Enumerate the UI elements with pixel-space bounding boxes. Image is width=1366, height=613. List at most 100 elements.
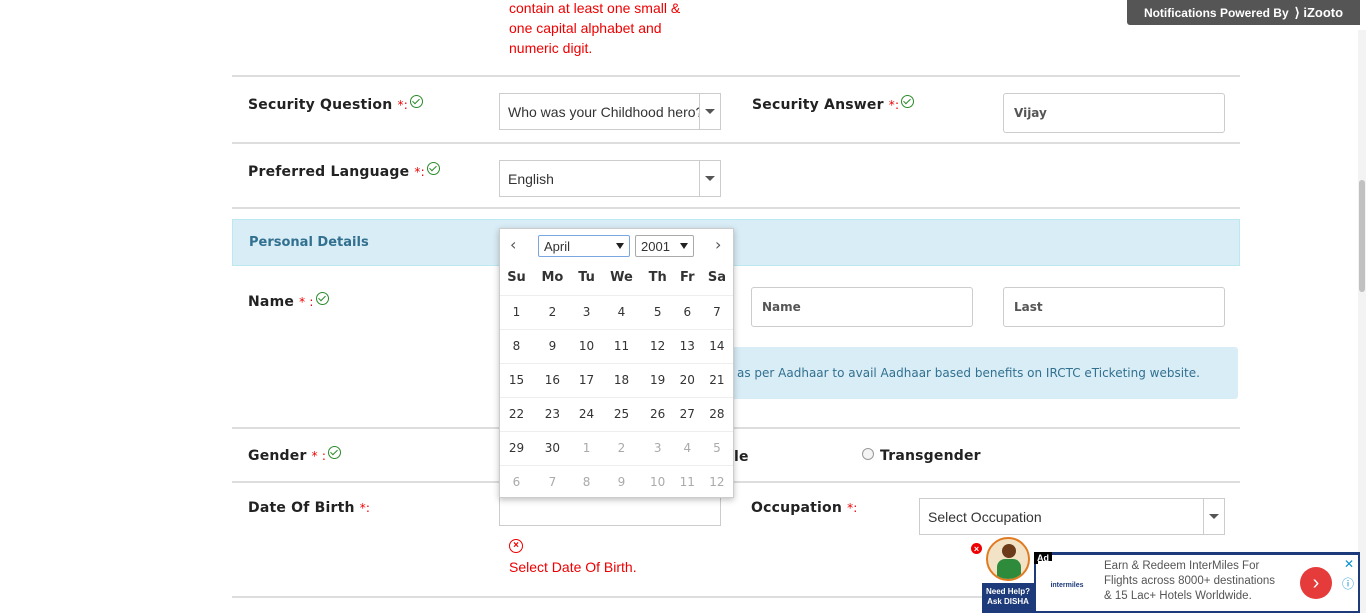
preferred-language-select[interactable]: English <box>499 160 721 197</box>
day-cell[interactable]: 13 <box>673 328 701 363</box>
divider <box>232 75 1240 77</box>
day-cell-other-month[interactable]: 2 <box>601 430 642 465</box>
disha-chatbot[interactable]: × Need Help? Ask DISHA <box>971 537 1034 613</box>
occupation-label: Occupation *: <box>751 500 858 516</box>
day-cell[interactable]: 17 <box>571 362 602 397</box>
weekday-header: Mo <box>541 270 564 286</box>
day-cell[interactable]: 3 <box>571 294 602 329</box>
close-icon[interactable]: × <box>971 543 982 554</box>
check-icon <box>426 162 440 175</box>
day-cell[interactable]: 24 <box>571 396 602 431</box>
dob-error: Select Date Of Birth. <box>509 559 637 575</box>
day-cell[interactable]: 19 <box>641 362 674 397</box>
divider <box>232 427 1240 429</box>
year-select[interactable]: 2001 <box>635 235 694 257</box>
day-cell[interactable]: 20 <box>673 362 701 397</box>
chevron-down-icon <box>699 161 720 196</box>
day-cell[interactable]: 16 <box>533 362 572 397</box>
dob-input[interactable] <box>499 496 721 526</box>
day-cell[interactable]: 4 <box>601 294 642 329</box>
check-icon <box>409 95 423 108</box>
day-cell[interactable]: 9 <box>533 328 572 363</box>
weekday-header: Su <box>507 270 526 286</box>
transgender-label: Transgender <box>880 448 981 464</box>
day-cell-other-month[interactable]: 3 <box>641 430 674 465</box>
day-cell[interactable]: 29 <box>500 430 533 465</box>
chevron-down-icon <box>1203 499 1224 534</box>
notification-bar[interactable]: Notifications Powered By ⟩ iZooto <box>1127 0 1360 25</box>
day-cell[interactable]: 21 <box>700 362 733 397</box>
day-cell[interactable]: 26 <box>641 396 674 431</box>
last-name-input[interactable]: Last <box>1003 287 1225 327</box>
dropdown-arrow-icon <box>616 243 624 249</box>
middle-name-input[interactable]: Name <box>751 287 973 327</box>
divider <box>232 481 1240 483</box>
day-cell[interactable]: 22 <box>500 396 533 431</box>
month-select[interactable]: April <box>538 235 630 257</box>
ad-info-icon[interactable]: ⓘ <box>1342 575 1354 592</box>
day-cell[interactable]: 27 <box>673 396 701 431</box>
day-cell-other-month[interactable]: 1 <box>571 430 602 465</box>
weekday-header: We <box>610 270 633 286</box>
day-cell-other-month[interactable]: 8 <box>571 464 602 499</box>
check-icon <box>315 292 329 305</box>
personal-details-header: Personal Details <box>232 219 1240 266</box>
day-cell-other-month[interactable]: 7 <box>533 464 572 499</box>
dropdown-arrow-icon <box>680 243 688 249</box>
day-cell[interactable]: 15 <box>500 362 533 397</box>
preferred-language-label: Preferred Language *: <box>248 162 440 180</box>
weekday-header: Th <box>648 270 667 286</box>
day-cell[interactable]: 18 <box>601 362 642 397</box>
day-cell[interactable]: 1 <box>500 294 533 329</box>
occupation-select[interactable]: Select Occupation <box>919 498 1225 535</box>
scrollbar[interactable] <box>1358 30 1366 613</box>
day-cell[interactable]: 28 <box>700 396 733 431</box>
ad-close-icon[interactable]: ✕ <box>1344 557 1354 571</box>
error-icon: × <box>509 539 523 553</box>
check-icon <box>901 95 915 108</box>
day-cell[interactable]: 2 <box>533 294 572 329</box>
security-question-select[interactable]: Who was your Childhood hero? <box>499 93 721 130</box>
security-answer-input[interactable]: Vijay <box>1003 93 1225 133</box>
gender-option-female-label: le <box>734 449 749 465</box>
day-cell[interactable]: 12 <box>641 328 674 363</box>
ad-banner[interactable]: Ad intermiles Earn & Redeem InterMiles F… <box>1034 552 1360 613</box>
day-cell[interactable]: 7 <box>700 294 733 329</box>
dob-label: Date Of Birth *: <box>248 500 371 516</box>
day-cell-other-month[interactable]: 9 <box>601 464 642 499</box>
chevron-down-icon <box>699 94 720 129</box>
izooto-logo: ⟩ iZooto <box>1294 4 1344 20</box>
day-cell[interactable]: 30 <box>533 430 572 465</box>
name-label: Name * : <box>248 292 329 310</box>
disha-avatar-icon <box>986 537 1030 581</box>
ad-text: Earn & Redeem InterMiles For Flights acr… <box>1104 560 1276 602</box>
day-cell[interactable]: 25 <box>601 396 642 431</box>
day-cell[interactable]: 14 <box>700 328 733 363</box>
day-cell-other-month[interactable]: 5 <box>700 430 733 465</box>
gender-label: Gender * : <box>248 446 342 464</box>
weekday-header: Fr <box>680 270 695 286</box>
security-question-label: Security Question *: <box>248 95 423 113</box>
day-cell[interactable]: 23 <box>533 396 572 431</box>
weekday-header: Tu <box>578 270 595 286</box>
day-cell-other-month[interactable]: 10 <box>641 464 674 499</box>
day-cell-other-month[interactable]: 12 <box>700 464 733 499</box>
day-cell[interactable]: 8 <box>500 328 533 363</box>
ad-arrow-button[interactable]: › <box>1300 567 1332 599</box>
divider <box>232 142 1240 144</box>
check-icon <box>328 446 342 459</box>
day-cell[interactable]: 5 <box>641 294 674 329</box>
divider <box>232 207 1240 209</box>
day-cell-other-month[interactable]: 6 <box>500 464 533 499</box>
transgender-radio[interactable] <box>862 448 874 460</box>
prev-month-button[interactable]: ‹ <box>510 235 516 254</box>
day-cell-other-month[interactable]: 11 <box>673 464 701 499</box>
day-cell-other-month[interactable]: 4 <box>673 430 701 465</box>
scrollbar-thumb[interactable] <box>1359 180 1365 292</box>
next-month-button[interactable]: › <box>715 235 721 254</box>
day-cell[interactable]: 10 <box>571 328 602 363</box>
day-cell[interactable]: 6 <box>673 294 701 329</box>
day-cell[interactable]: 11 <box>601 328 642 363</box>
intermiles-logo: intermiles <box>1038 561 1096 609</box>
date-picker: ‹ April 2001 › Su Mo Tu We Th Fr Sa 1 2 … <box>499 228 734 499</box>
